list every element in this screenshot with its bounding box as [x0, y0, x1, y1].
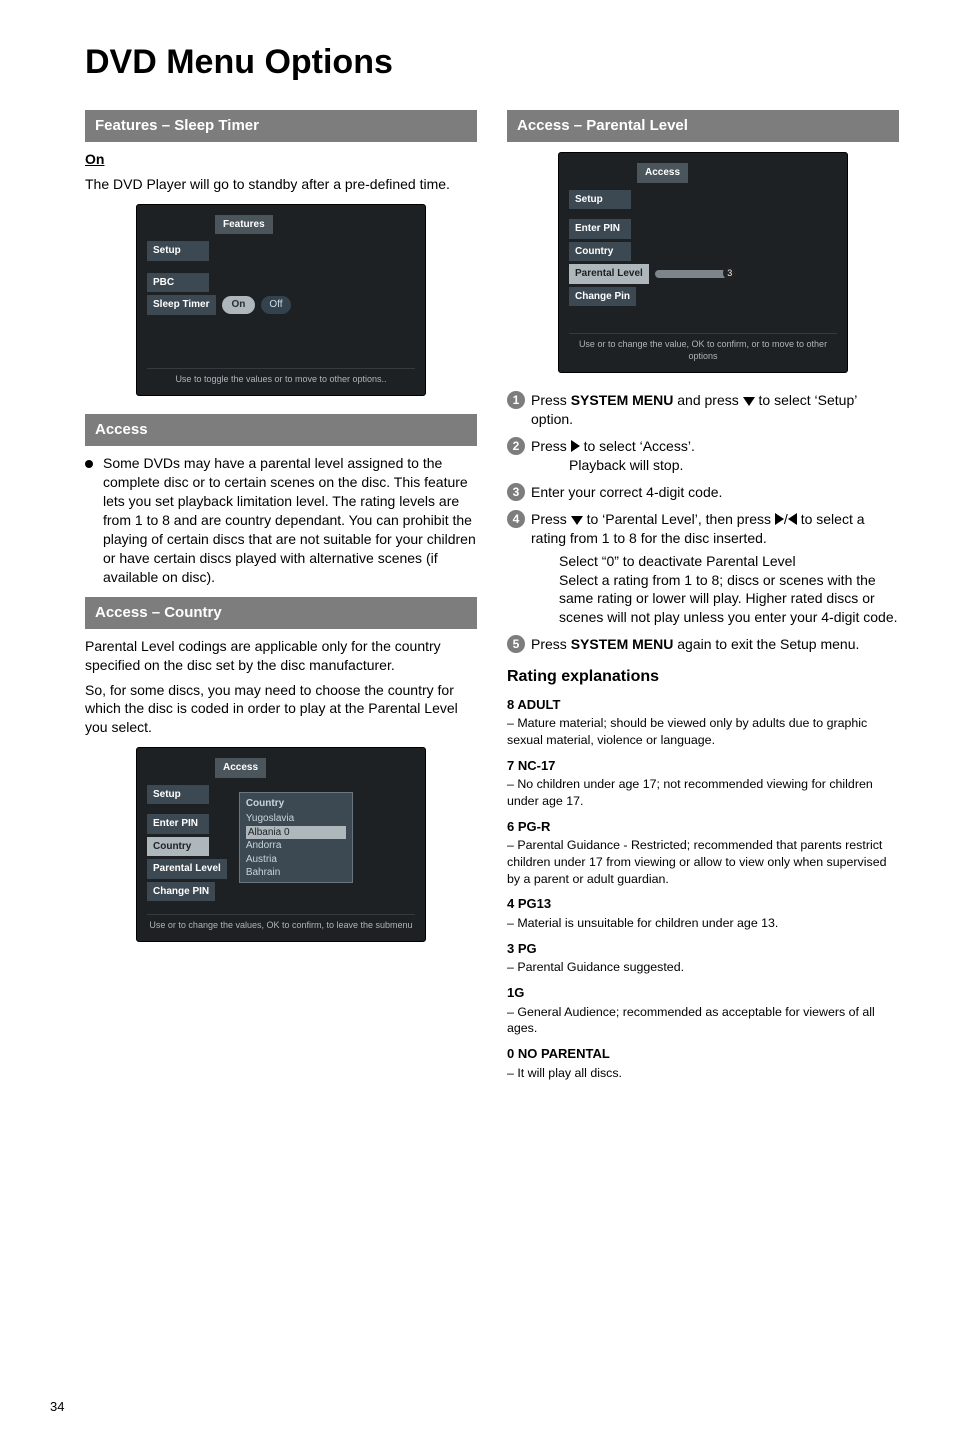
fig2-list-item: Albania 0 [246, 826, 346, 840]
fig1-heading: Features [215, 215, 273, 235]
fig2-list-item: Yugoslavia [246, 812, 346, 826]
rating-4-head: 4 PG13 [507, 895, 899, 913]
s4-text-d: Select “0” to deactivate Parental Level [559, 552, 899, 571]
rating-3-head: 3 PG [507, 940, 899, 958]
rating-0-text: – It will play all discs. [507, 1065, 899, 1082]
triangle-down-icon [743, 397, 755, 406]
rating-7-text: – No children under age 17; not recommen… [507, 776, 899, 809]
rating-1-text: – General Audience; recommended as accep… [507, 1004, 899, 1037]
section-sleep-timer: Features – Sleep Timer [85, 110, 477, 142]
country-p1: Parental Level codings are applicable on… [85, 637, 477, 675]
fig3-slider [655, 270, 735, 278]
step-3: 3 Enter your correct 4-digit code. [507, 483, 899, 502]
s5-text-a: Press [531, 636, 571, 652]
s4-text-b: to ‘Parental Level’, then press [583, 511, 775, 527]
rating-3-text: – Parental Guidance suggested. [507, 959, 899, 976]
rating-8-head: 8 ADULT [507, 696, 899, 714]
s3-text: Enter your correct 4-digit code. [531, 484, 722, 500]
fig2-heading: Access [215, 758, 266, 778]
s2-text-a: Press [531, 438, 571, 454]
fig3-tab-country: Country [569, 242, 631, 262]
fig1-tab-setup: Setup [147, 241, 209, 261]
rating-7-head: 7 NC-17 [507, 757, 899, 775]
fig2-listbox: Country Yugoslavia Albania 0 Andorra Aus… [239, 792, 353, 883]
rating-6-text: – Parental Guidance - Restricted; recomm… [507, 837, 899, 887]
s4-text-a: Press [531, 511, 571, 527]
rating-8-text: – Mature material; should be viewed only… [507, 715, 899, 748]
right-column: Access – Parental Level Access Setup Ent… [507, 100, 899, 1083]
rating-0-head: 0 NO PARENTAL [507, 1045, 899, 1063]
s1-text-a: Press [531, 392, 571, 408]
fig2-list-item: Austria [246, 853, 346, 867]
fig2-tab-changepin: Change PIN [147, 882, 215, 902]
fig2-list-item: Andorra [246, 839, 346, 853]
fig2-tab-country: Country [147, 837, 209, 857]
rating-1-head: 1G [507, 984, 899, 1002]
section-access-country: Access – Country [85, 597, 477, 629]
figure-features: Features Setup PBC Sleep Timer On Off Us… [136, 204, 426, 396]
s2-text-b: to select ‘Access’. [580, 438, 695, 454]
fig3-tab-changepin: Change Pin [569, 287, 636, 307]
step-number-3: 3 [507, 483, 525, 501]
step-number-5: 5 [507, 635, 525, 653]
s5-text-c: again to exit the Setup menu. [673, 636, 859, 652]
fig1-footer: Use to toggle the values or to move to o… [147, 368, 415, 385]
rating-explanations-title: Rating explanations [507, 666, 899, 688]
section-access-parental: Access – Parental Level [507, 110, 899, 142]
fig1-pill-off: Off [261, 296, 290, 314]
s4-text-e: Select a rating from 1 to 8; discs or sc… [559, 572, 898, 626]
fig3-tab-enterpin: Enter PIN [569, 219, 631, 239]
page-number: 34 [50, 1398, 64, 1416]
fig2-footer: Use or to change the values, OK to confi… [147, 914, 415, 931]
fig2-tab-setup: Setup [147, 785, 209, 805]
on-label: On [85, 151, 104, 167]
step-2: 2 Press to select ‘Access’. Playback wil… [507, 437, 899, 475]
fig1-tab-pbc: PBC [147, 273, 209, 293]
fig2-tab-plevel: Parental Level [147, 859, 227, 879]
triangle-down-icon [571, 516, 583, 525]
access-description: Some DVDs may have a parental level assi… [103, 454, 477, 586]
rating-4-text: – Material is unsuitable for children un… [507, 915, 899, 932]
fig1-tab-sleep: Sleep Timer [147, 295, 216, 315]
fig2-list-head: Country [246, 795, 346, 813]
triangle-left-icon [788, 513, 797, 525]
triangle-right-icon [775, 513, 784, 525]
step-5: 5 Press SYSTEM MENU again to exit the Se… [507, 635, 899, 654]
rating-6-head: 6 PG-R [507, 818, 899, 836]
page-title: DVD Menu Options [85, 40, 899, 86]
fig2-tab-enterpin: Enter PIN [147, 814, 209, 834]
step-1: 1 Press SYSTEM MENU and press to select … [507, 391, 899, 429]
fig3-tab-plevel: Parental Level [569, 264, 649, 284]
fig1-pill-on: On [222, 296, 256, 314]
left-column: Features – Sleep Timer On The DVD Player… [85, 100, 477, 1083]
triangle-right-icon [571, 440, 580, 452]
fig3-tab-setup: Setup [569, 190, 631, 210]
step-number-1: 1 [507, 391, 525, 409]
step-4: 4 Press to ‘Parental Level’, then press … [507, 510, 899, 627]
country-p2: So, for some discs, you may need to choo… [85, 681, 477, 738]
on-description: The DVD Player will go to standby after … [85, 175, 477, 194]
step-number-4: 4 [507, 510, 525, 528]
section-access: Access [85, 414, 477, 446]
s1-text-c: and press [673, 392, 742, 408]
figure-access-parental: Access Setup Enter PIN Country Parental … [558, 152, 848, 373]
step-number-2: 2 [507, 437, 525, 455]
s2-text-c: Playback will stop. [569, 457, 683, 473]
fig2-list-item: Bahrain [246, 866, 346, 880]
bullet-icon [85, 460, 93, 468]
s5-sysmenu: SYSTEM MENU [571, 636, 674, 652]
fig3-footer: Use or to change the value, OK to confir… [569, 333, 837, 362]
figure-access-country: Access Setup Enter PIN Country Parental … [136, 747, 426, 942]
s1-sysmenu: SYSTEM MENU [571, 392, 674, 408]
fig3-heading: Access [637, 163, 688, 183]
